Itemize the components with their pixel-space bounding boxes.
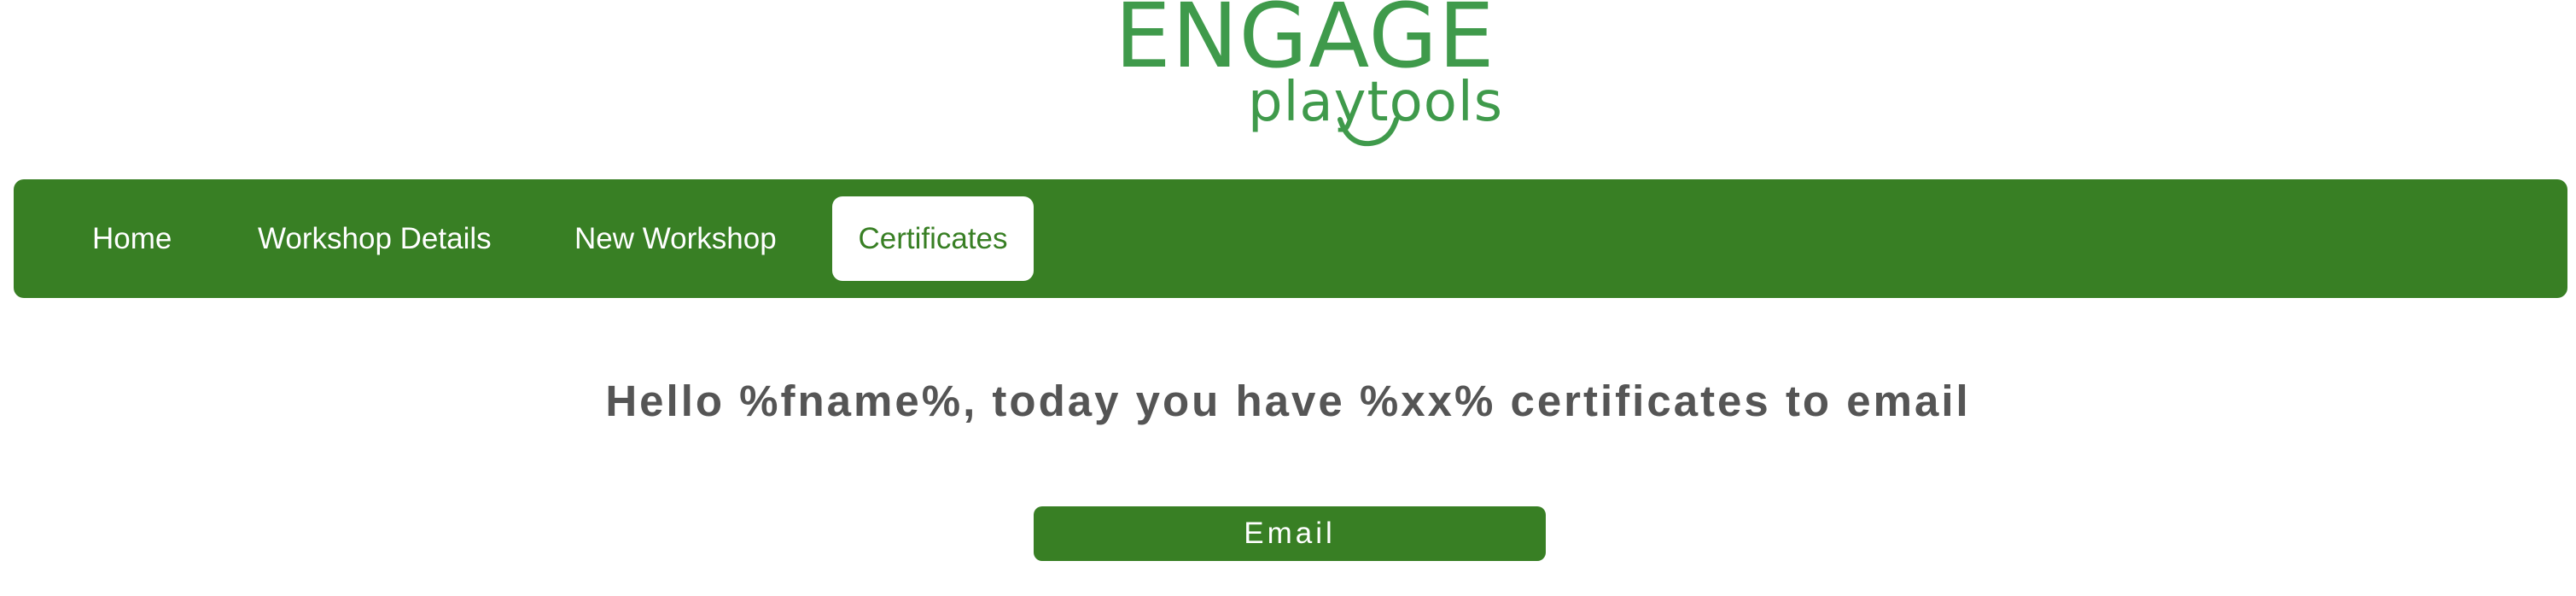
nav-item-certificates[interactable]: Certificates: [832, 196, 1034, 281]
nav-item-new-workshop[interactable]: New Workshop: [574, 196, 777, 281]
navbar: Home Workshop Details New Workshop Certi…: [14, 179, 2567, 298]
logo: ENGAGE playtools: [1110, 0, 1502, 157]
logo-subtitle: playtools: [1248, 71, 1504, 134]
logo-wordmark: ENGAGE: [1115, 0, 1495, 88]
greeting-message: Hello %fname%, today you have %xx% certi…: [605, 377, 1971, 425]
nav-item-workshop-details[interactable]: Workshop Details: [258, 196, 492, 281]
email-button[interactable]: Email: [1034, 506, 1546, 561]
nav-item-home[interactable]: Home: [92, 196, 172, 281]
